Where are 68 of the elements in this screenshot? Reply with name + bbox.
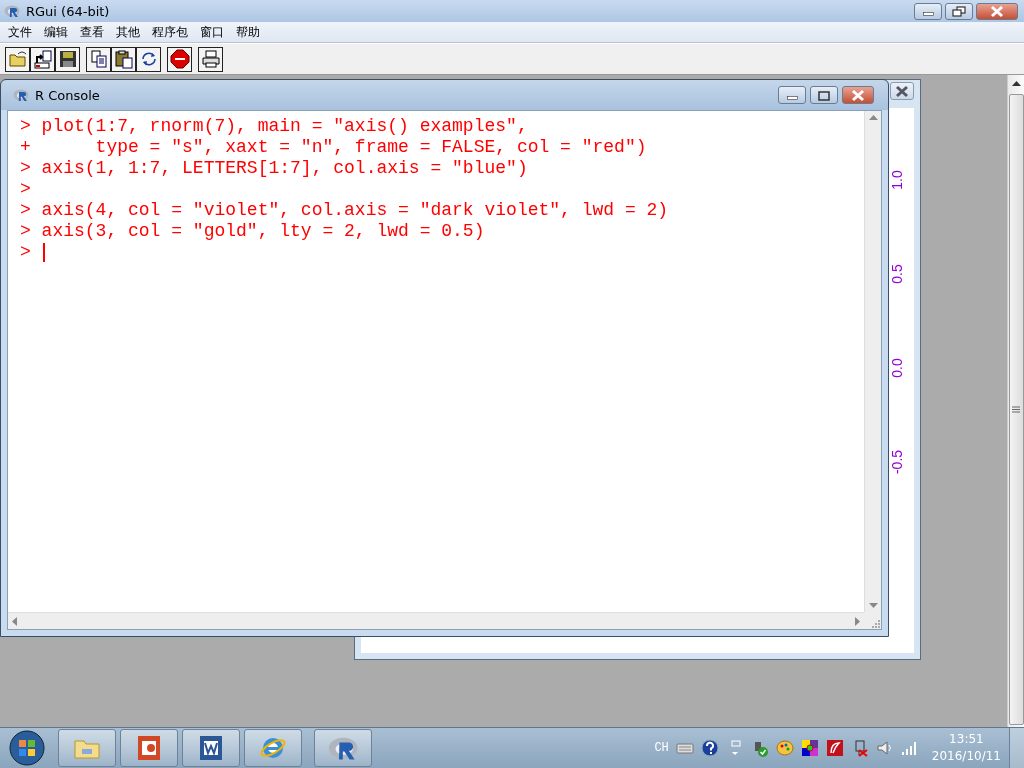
- clock-date: 2016/10/11: [931, 748, 1001, 765]
- close-button[interactable]: [976, 2, 1018, 20]
- console-line: > axis(1, 1:7, LETTERS[1:7], col.axis = "blue"): [20, 158, 528, 179]
- menu-item[interactable]: 文件: [2, 23, 38, 41]
- axis-tick-label: 0.5: [889, 263, 905, 286]
- menu-item[interactable]: 帮助: [230, 23, 266, 41]
- paste-icon: [113, 49, 134, 69]
- clock-time: 13:51: [949, 731, 984, 748]
- menu-item[interactable]: 查看: [74, 23, 110, 41]
- printer-icon: [200, 49, 221, 69]
- axis-tick-label: -0.5: [889, 448, 905, 477]
- r-logo-icon: [13, 88, 29, 102]
- swirl-logo-icon[interactable]: [825, 739, 844, 757]
- scroll-down-icon[interactable]: [868, 603, 878, 608]
- axis-tick-label: 0.0: [889, 357, 905, 380]
- restore-icon: [949, 4, 969, 18]
- axis-tick-label: 1.0: [889, 169, 905, 192]
- resize-grip-icon[interactable]: [871, 619, 881, 629]
- toolbar-button[interactable]: [55, 46, 80, 72]
- minimize-button[interactable]: [914, 2, 942, 20]
- console-line: > axis(3, col = "gold", lty = 2, lwd = 0.5): [20, 221, 485, 242]
- console-line: + type = "s", xaxt = "n", frame = FALSE, col = "red"): [20, 137, 647, 158]
- scroll-left-icon[interactable]: [12, 616, 17, 626]
- taskbar-app-button[interactable]: [120, 729, 178, 767]
- taskbar-app-button[interactable]: [182, 729, 240, 767]
- taskbar-app-button[interactable]: [314, 729, 372, 767]
- signal-bars-icon[interactable]: [900, 739, 919, 757]
- color-grid-icon[interactable]: [800, 739, 819, 757]
- minimize-icon: [922, 12, 934, 16]
- menu-item[interactable]: 窗口: [194, 23, 230, 41]
- menu-item[interactable]: 程序包: [146, 23, 194, 41]
- horizontal-scrollbar[interactable]: [8, 612, 864, 629]
- close-button[interactable]: [890, 82, 914, 100]
- console-title: R Console: [35, 87, 101, 103]
- toolbar-button[interactable]: [30, 46, 55, 72]
- grip-icon: [1012, 406, 1020, 413]
- palette-icon[interactable]: [775, 739, 794, 757]
- toolbar-button[interactable]: [111, 46, 136, 72]
- console-line: > plot(1:7, rnorm(7), main = "axis() examples",: [20, 116, 528, 137]
- menu-item[interactable]: 其他: [110, 23, 146, 41]
- r-logo-icon: [4, 4, 20, 18]
- minimize-button[interactable]: [778, 86, 806, 104]
- text-cursor: [42, 243, 45, 262]
- help-icon[interactable]: [700, 739, 719, 757]
- console-line: >: [20, 179, 31, 200]
- scroll-right-icon[interactable]: [855, 616, 860, 626]
- speaker-icon[interactable]: [875, 739, 894, 757]
- minimize-icon: [786, 96, 798, 100]
- close-button[interactable]: [842, 86, 874, 104]
- restore-button[interactable]: [945, 2, 973, 20]
- toolbar-button[interactable]: [5, 46, 30, 72]
- vertical-scrollbar[interactable]: [864, 111, 881, 612]
- toolbar-button[interactable]: [136, 46, 161, 72]
- document-arrow-icon: [32, 49, 53, 69]
- menu-item[interactable]: 编辑: [38, 23, 74, 41]
- toolbar-button[interactable]: [167, 46, 192, 72]
- console-line: >: [20, 242, 31, 263]
- window-title: RGui (64-bit): [26, 3, 111, 19]
- console-line: > axis(4, col = "violet", col.axis = "dark violet", lwd = 2): [20, 200, 669, 221]
- open-folder-icon: [7, 49, 28, 69]
- toolbar-button[interactable]: [86, 46, 111, 72]
- show-desktop-button[interactable]: [1009, 728, 1024, 768]
- maximize-button[interactable]: [810, 86, 838, 104]
- copy-icon: [88, 49, 109, 69]
- start-button[interactable]: [8, 729, 46, 767]
- scroll-up-icon[interactable]: [1011, 81, 1021, 86]
- stop-sign-icon: [169, 49, 190, 69]
- toolbar-button[interactable]: [198, 46, 223, 72]
